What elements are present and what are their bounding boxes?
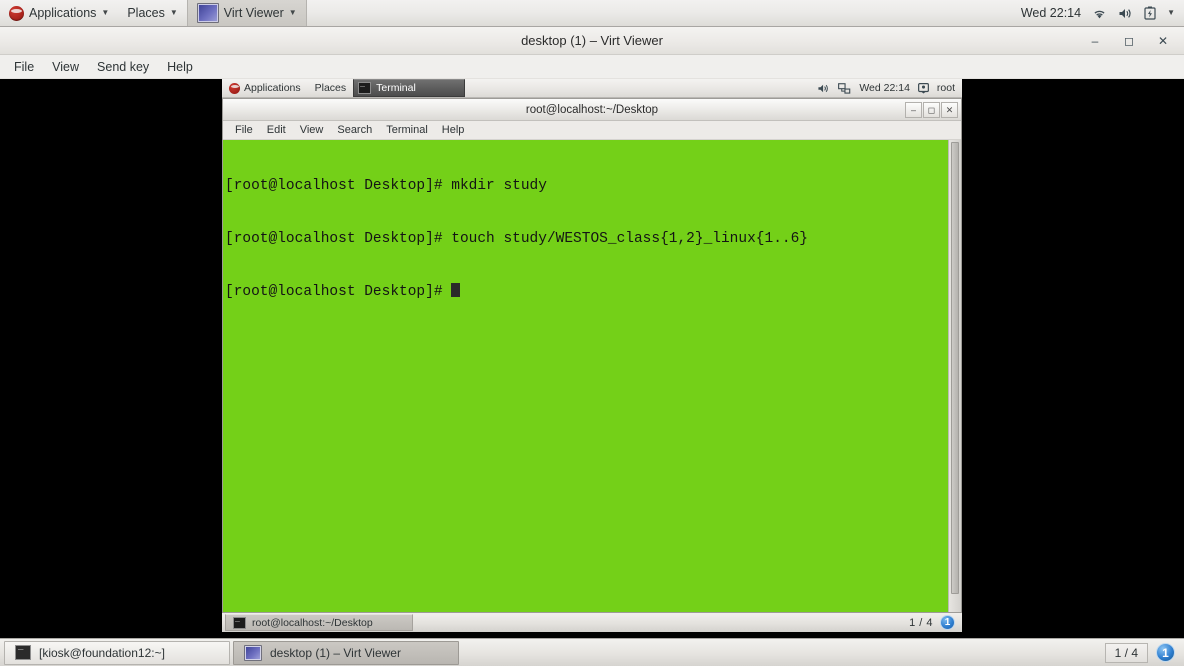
host-virt-viewer-label: Virt Viewer xyxy=(223,6,284,20)
host-workspace-indicator[interactable]: 1 / 4 xyxy=(1104,642,1148,663)
screen: Applications ▼ Places ▼ Virt Viewer ▼ We… xyxy=(0,0,1184,666)
chevron-down-icon[interactable]: ▼ xyxy=(1167,9,1175,17)
vm-guest-desktop: Applications Places Terminal xyxy=(222,79,962,632)
menu-help[interactable]: Help xyxy=(159,58,201,76)
host-workspace-switcher: 1 / 4 1 xyxy=(1104,642,1180,663)
host-applications-menu[interactable]: Applications ▼ xyxy=(0,0,118,26)
user-icon[interactable] xyxy=(917,82,929,94)
terminal-menu-help[interactable]: Help xyxy=(435,123,472,137)
host-virt-viewer-menu[interactable]: Virt Viewer ▼ xyxy=(186,0,307,26)
virt-viewer-display-area: Applications Places Terminal xyxy=(0,79,1184,638)
vm-applications-label: Applications xyxy=(244,82,301,94)
terminal-icon xyxy=(15,642,31,660)
terminal-titlebar[interactable]: root@localhost:~/Desktop – ◻ ✕ xyxy=(223,99,961,121)
vm-screen: root@localhost:~/Desktop – ◻ ✕ File Edit… xyxy=(222,98,962,613)
host-applications-label: Applications xyxy=(29,6,97,20)
chevron-down-icon: ▼ xyxy=(101,8,110,17)
monitor-icon xyxy=(244,644,262,661)
terminal-prompt-text: [root@localhost Desktop]# xyxy=(225,284,452,300)
text-cursor xyxy=(451,283,461,297)
vm-workspace-indicator: 1 / 4 xyxy=(909,616,933,629)
fedora-logo-icon xyxy=(229,82,240,94)
vm-places-label: Places xyxy=(314,82,347,94)
taskbar-button-kiosk-terminal[interactable]: [kiosk@foundation12:~] xyxy=(4,640,230,665)
monitor-icon xyxy=(196,3,219,23)
vm-taskbar-button-terminal[interactable]: root@localhost:~/Desktop xyxy=(225,614,413,631)
host-places-label: Places xyxy=(127,6,165,20)
vm-applications-menu[interactable]: Applications xyxy=(222,79,308,97)
terminal-menu-view[interactable]: View xyxy=(293,123,331,137)
virt-viewer-window: desktop (1) – Virt Viewer – ◻ ✕ File Vie… xyxy=(0,27,1184,638)
virt-viewer-menubar: File View Send key Help xyxy=(0,55,1184,79)
virt-viewer-window-controls: – ◻ ✕ xyxy=(1088,27,1178,55)
menu-send-key[interactable]: Send key xyxy=(89,58,157,76)
terminal-scrollbar[interactable] xyxy=(948,140,961,612)
host-top-panel: Applications ▼ Places ▼ Virt Viewer ▼ We… xyxy=(0,0,1184,27)
host-system-tray: Wed 22:14 ▼ xyxy=(1021,6,1184,20)
taskbar-button-label: [kiosk@foundation12:~] xyxy=(39,645,165,660)
terminal-prompt-line: [root@localhost Desktop]# xyxy=(225,283,948,302)
host-workspace-badge[interactable]: 1 xyxy=(1156,643,1175,662)
vm-bottom-panel: root@localhost:~/Desktop 1 / 4 1 xyxy=(222,612,962,632)
chevron-down-icon: ▼ xyxy=(288,8,297,17)
vm-clock[interactable]: Wed 22:14 xyxy=(859,82,910,94)
menu-view[interactable]: View xyxy=(44,58,87,76)
volume-icon[interactable] xyxy=(1118,7,1133,20)
wifi-icon[interactable] xyxy=(1092,7,1107,20)
terminal-line: [root@localhost Desktop]# touch study/WE… xyxy=(225,230,808,247)
vm-taskbar-button-label: root@localhost:~/Desktop xyxy=(252,616,373,629)
terminal-menubar: File Edit View Search Terminal Help xyxy=(223,121,961,140)
virt-viewer-titlebar[interactable]: desktop (1) – Virt Viewer – ◻ ✕ xyxy=(0,27,1184,55)
volume-icon[interactable] xyxy=(817,83,830,94)
terminal-menu-file[interactable]: File xyxy=(228,123,260,137)
minimize-button[interactable]: – xyxy=(1088,34,1102,48)
terminal-maximize-button[interactable]: ◻ xyxy=(923,102,940,118)
fedora-logo-icon xyxy=(9,5,24,21)
host-bottom-taskbar: [kiosk@foundation12:~] desktop (1) – Vir… xyxy=(0,638,1184,666)
vm-places-menu[interactable]: Places xyxy=(308,79,354,97)
vm-window-button-label: Terminal xyxy=(376,82,416,94)
terminal-scrollbar-thumb[interactable] xyxy=(951,142,959,594)
terminal-icon xyxy=(233,615,246,629)
battery-icon[interactable] xyxy=(1144,6,1156,20)
host-places-menu[interactable]: Places ▼ xyxy=(118,0,186,26)
terminal-window: root@localhost:~/Desktop – ◻ ✕ File Edit… xyxy=(222,98,962,613)
menu-file[interactable]: File xyxy=(6,58,42,76)
vm-system-tray: Wed 22:14 root xyxy=(817,82,962,94)
terminal-menu-search[interactable]: Search xyxy=(330,123,379,137)
vm-window-button-terminal[interactable]: Terminal xyxy=(353,79,466,97)
terminal-content-area[interactable]: [root@localhost Desktop]# mkdir study [r… xyxy=(223,140,961,612)
terminal-close-button[interactable]: ✕ xyxy=(941,102,958,118)
vm-top-panel: Applications Places Terminal xyxy=(222,79,962,98)
terminal-icon xyxy=(358,80,372,94)
terminal-window-controls: – ◻ ✕ xyxy=(905,102,958,118)
terminal-output[interactable]: [root@localhost Desktop]# mkdir study [r… xyxy=(223,140,948,612)
taskbar-button-virt-viewer[interactable]: desktop (1) – Virt Viewer xyxy=(233,640,459,665)
vm-workspace-badge[interactable]: 1 xyxy=(940,615,955,630)
taskbar-button-label: desktop (1) – Virt Viewer xyxy=(270,645,401,660)
maximize-button[interactable]: ◻ xyxy=(1122,34,1136,48)
host-clock[interactable]: Wed 22:14 xyxy=(1021,6,1081,20)
terminal-title: root@localhost:~/Desktop xyxy=(525,104,659,116)
chevron-down-icon: ▼ xyxy=(169,8,178,17)
terminal-menu-terminal[interactable]: Terminal xyxy=(379,123,435,137)
terminal-minimize-button[interactable]: – xyxy=(905,102,922,118)
vm-user-label: root xyxy=(936,82,955,94)
vm-workspace-switcher[interactable]: 1 / 4 1 xyxy=(909,615,959,630)
network-icon[interactable] xyxy=(838,82,851,94)
close-button[interactable]: ✕ xyxy=(1156,34,1170,48)
virt-viewer-title: desktop (1) – Virt Viewer xyxy=(521,33,663,48)
terminal-menu-edit[interactable]: Edit xyxy=(260,123,293,137)
terminal-line: [root@localhost Desktop]# mkdir study xyxy=(225,178,547,194)
